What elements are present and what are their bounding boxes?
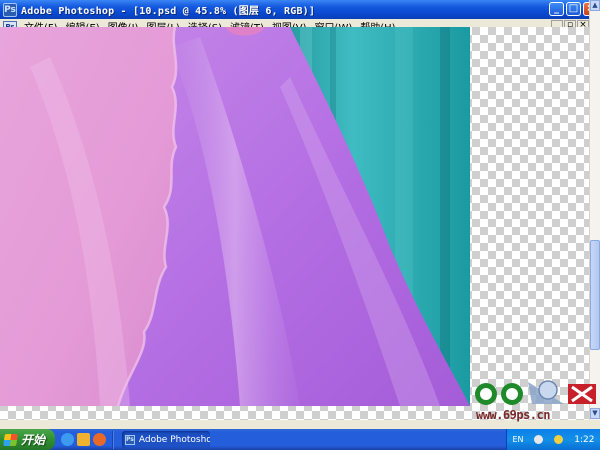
quick-launch: [61, 433, 106, 446]
vertical-scrollbar[interactable]: ▲ ▼: [589, 0, 600, 420]
start-label: 开始: [21, 433, 46, 447]
tray-network-icon[interactable]: [534, 435, 544, 444]
taskbar-separator: [112, 430, 114, 449]
photoshop-task-icon: Ps: [125, 434, 135, 445]
watermark: www.69ps.cn: [472, 378, 600, 422]
fabric-image: [0, 27, 470, 406]
photo-layer[interactable]: [0, 27, 470, 406]
watermark-text: www.69ps.cn: [476, 408, 550, 422]
folder-icon[interactable]: [77, 433, 90, 446]
clock: 1:22: [574, 434, 595, 445]
windows-flag-icon: [3, 433, 18, 446]
browser-icon[interactable]: [61, 433, 74, 446]
title-bar: Ps Adobe Photoshop - [10.psd @ 45.8% (图层…: [0, 0, 600, 19]
photoshop-icon: Ps: [3, 2, 17, 17]
maximize-icon[interactable]: □: [566, 2, 581, 16]
start-button[interactable]: 开始: [0, 429, 55, 450]
minimize-icon[interactable]: _: [549, 2, 564, 16]
system-tray: EN 1:22: [506, 429, 600, 450]
taskbar: 开始 Ps Adobe Photoshop ... EN 1:22: [0, 429, 600, 450]
scroll-thumb[interactable]: [590, 240, 600, 350]
taskbar-photoshop-button[interactable]: Ps Adobe Photoshop ...: [122, 431, 210, 448]
scroll-up-icon[interactable]: ▲: [590, 0, 600, 11]
watermark-logo: [475, 380, 596, 405]
language-indicator[interactable]: EN: [512, 435, 523, 444]
task-label: Adobe Photoshop ...: [138, 434, 210, 445]
canvas-area[interactable]: [0, 27, 589, 420]
tray-volume-icon[interactable]: [554, 435, 564, 444]
window-title: Adobe Photoshop - [10.psd @ 45.8% (图层 6,…: [21, 6, 316, 17]
media-player-icon[interactable]: [93, 433, 106, 446]
